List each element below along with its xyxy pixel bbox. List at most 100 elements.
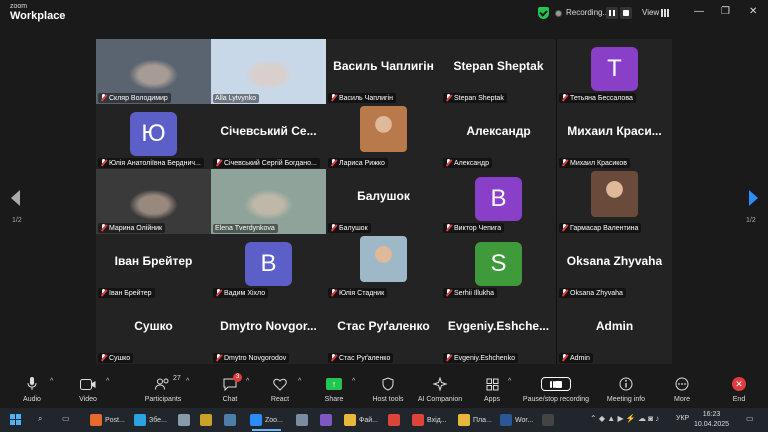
end-meeting-button[interactable]: ✕ End	[711, 375, 767, 403]
app-icon	[178, 414, 190, 426]
taskbar-app-10[interactable]: Вхід...	[412, 412, 447, 428]
app-icon	[344, 414, 356, 426]
chat-options-caret[interactable]: ^	[246, 378, 249, 385]
participant-tile-ivan[interactable]: Іван Брейтер Іван Брейтер	[96, 234, 211, 299]
taskbar-app-5[interactable]: Zoo...	[250, 412, 283, 431]
close-window-button[interactable]: ✕	[749, 6, 757, 17]
ai-companion-button[interactable]: AI Companion	[412, 375, 468, 403]
participant-tile-sushko[interactable]: Сушко Сушко	[96, 299, 211, 364]
input-language[interactable]: УКР	[676, 415, 689, 422]
windows-start-icon[interactable]	[10, 414, 21, 425]
participant-tile-maryna[interactable]: Марина Олійник	[96, 169, 211, 234]
participant-name-tag: Гармасар Валентина	[559, 223, 642, 233]
participants-count: 27	[173, 375, 181, 382]
participant-tile-tetyana[interactable]: T Тетьяна Бессалова	[557, 39, 672, 104]
participant-tile-yulia-b[interactable]: Ю Юлія Анатоліївна Берднич...	[96, 104, 211, 169]
participant-name-tag: Іван Брейтер	[98, 288, 155, 298]
react-options-caret[interactable]: ^	[298, 378, 301, 385]
participant-tile-vadym[interactable]: B Вадим Хіхло	[211, 234, 326, 299]
participant-tile-admin[interactable]: Admin Admin	[557, 299, 672, 364]
shield-icon	[382, 377, 394, 391]
app-icon	[388, 414, 400, 426]
share-options-caret[interactable]: ^	[352, 378, 355, 385]
participant-tile-stas[interactable]: Стас Руґаленко Стас Руґаленко	[326, 299, 441, 364]
participant-tile-oleksandr[interactable]: Александр Александр	[441, 104, 556, 169]
notifications-icon[interactable]: ▭	[746, 414, 754, 423]
pause-recording-button[interactable]	[606, 7, 618, 19]
participant-display-name: Александр	[466, 124, 531, 138]
taskbar-app-7[interactable]	[320, 412, 332, 428]
app-icon	[200, 414, 212, 426]
participant-tile-serhii[interactable]: S Serhii Illukha	[441, 234, 556, 299]
apps-options-caret[interactable]: ^	[508, 378, 511, 385]
apps-label: Apps	[484, 396, 500, 403]
participant-tile-vasyl[interactable]: Василь Чаплигін Василь Чаплигін	[326, 39, 441, 104]
participant-name: Elena Tverdynkova	[215, 225, 275, 232]
participant-tile-alla[interactable]: Alla Lytvynko	[211, 39, 326, 104]
previous-page-button[interactable]	[8, 190, 22, 212]
apps-button[interactable]: Apps	[464, 375, 520, 403]
task-view-icon[interactable]: ▭	[62, 414, 70, 423]
participant-name-tag: Dmytro Novgorodov	[213, 353, 290, 363]
mic-muted-icon	[100, 289, 107, 297]
minimize-button[interactable]: —	[694, 6, 704, 17]
participant-tile-evgeniy[interactable]: Evgeniy.Eshche... Evgeniy.Eshchenko	[441, 299, 556, 364]
participants-label: Participants	[144, 396, 182, 403]
participant-name-tag: Юлія Стадник	[328, 288, 388, 298]
taskbar-app-3[interactable]	[200, 412, 212, 428]
participant-tile-dmytro[interactable]: Dmytro Novgor... Dmytro Novgorodov	[211, 299, 326, 364]
view-button[interactable]: View	[642, 8, 659, 17]
mic-muted-icon	[445, 224, 452, 232]
search-icon[interactable]: ⌕	[38, 414, 42, 424]
participant-name: Січевський Сергій Богдано...	[224, 159, 317, 167]
pause-stop-recording-button[interactable]: Pause/stop recording	[520, 375, 592, 403]
mic-muted-icon	[215, 159, 222, 167]
participant-name-tag: Сушко	[98, 353, 134, 363]
taskbar-clock[interactable]: 16:23 10.04.2025	[694, 410, 729, 430]
grid-view-icon[interactable]	[661, 9, 669, 17]
participant-tile-mykhail[interactable]: Михаил Краси... Михаил Красиков	[557, 104, 672, 169]
participant-name-tag: Скляр Володимир	[98, 93, 171, 103]
sparkle-icon	[433, 377, 447, 391]
audio-options-caret[interactable]: ^	[50, 378, 53, 385]
more-button[interactable]: More	[654, 375, 710, 403]
encryption-shield-icon[interactable]	[538, 7, 549, 19]
meeting-info-button[interactable]: Meeting info	[598, 375, 654, 403]
host-tools-button[interactable]: Host tools	[360, 375, 416, 403]
participant-tile-yulia-s[interactable]: Юлія Стадник	[326, 234, 441, 299]
stop-recording-button[interactable]	[620, 7, 632, 19]
camera-icon	[80, 378, 96, 390]
participant-tile-viktor[interactable]: B Виктор Чепига	[441, 169, 556, 234]
participant-name: Скляр Володимир	[109, 94, 168, 102]
participant-tile-balushok[interactable]: Балушок Балушок	[326, 169, 441, 234]
participant-name: Іван Брейтер	[109, 289, 152, 297]
next-page-button[interactable]	[746, 190, 760, 212]
mic-muted-icon	[561, 289, 568, 297]
participant-tile-oksana[interactable]: Oksana Zhyvaha Oksana Zhyvaha	[557, 234, 672, 299]
participant-tile-sichevsky[interactable]: Січевський Се... Січевський Сергій Богдан…	[211, 104, 326, 169]
participant-tile-stepan[interactable]: Stepan Sheptak Stepan Sheptak	[441, 39, 556, 104]
avatar-initial: Ю	[130, 112, 177, 156]
maximize-button[interactable]: ❐	[721, 6, 730, 17]
participant-tile-garmasar[interactable]: Гармасар Валентина	[557, 169, 672, 234]
profile-photo	[360, 106, 407, 152]
taskbar-app-1[interactable]: Збе...	[134, 412, 167, 428]
taskbar-app-2[interactable]	[178, 412, 190, 428]
video-options-caret[interactable]: ^	[106, 378, 109, 385]
chat-button[interactable]: Chat	[202, 375, 258, 403]
taskbar-app-12[interactable]: Wor...	[500, 412, 533, 428]
participant-tile-elena[interactable]: Elena Tverdynkova	[211, 169, 326, 234]
taskbar-app-13[interactable]	[542, 412, 554, 428]
taskbar-app-4[interactable]	[224, 412, 236, 428]
taskbar-app-9[interactable]	[388, 412, 400, 428]
system-tray-icons[interactable]: ⌃ ◆ ▲ ▶ ⚡ ☁ ◙ ♪	[590, 414, 659, 423]
participant-tile-sklyar[interactable]: Скляр Володимир	[96, 39, 211, 104]
participants-button[interactable]: Participants	[135, 375, 191, 403]
taskbar-app-8[interactable]: Фай...	[344, 412, 378, 428]
taskbar-app-6[interactable]	[296, 412, 308, 428]
participant-name-tag: Вадим Хіхло	[213, 288, 269, 298]
taskbar-app-0[interactable]: Post...	[90, 412, 125, 428]
participants-options-caret[interactable]: ^	[186, 378, 189, 385]
participant-tile-larysa[interactable]: Лариса Рижко	[326, 104, 441, 169]
taskbar-app-11[interactable]: Пла...	[458, 412, 492, 428]
